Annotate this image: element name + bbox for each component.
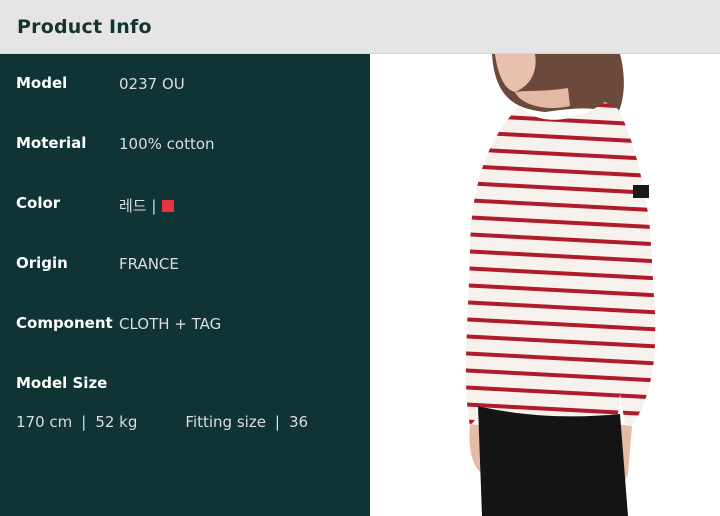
spec-value: 100% cotton	[119, 135, 215, 153]
striped-shirt-photo	[465, 54, 656, 516]
model-weight: 52 kg	[95, 413, 138, 431]
spec-label: Component	[16, 314, 113, 332]
separator: |	[274, 413, 280, 431]
spec-value: CLOTH + TAG	[119, 315, 222, 333]
sleeve-tag	[633, 185, 649, 198]
spec-value-color: 레드 |	[119, 195, 175, 216]
pants-shape	[478, 406, 628, 516]
spec-panel: Model 0237 OU Moterial 100% cotton Color…	[0, 54, 370, 516]
spec-label: Moterial	[16, 134, 87, 152]
spec-label: Color	[16, 194, 61, 212]
color-swatch	[162, 200, 175, 212]
separator: |	[81, 413, 87, 431]
page-title: Product Info	[17, 16, 152, 38]
model-height: 170 cm	[16, 413, 73, 431]
fitting-size-label: Fitting size	[185, 413, 266, 431]
model-size-line: 170 cm | 52 kg Fitting size | 36	[16, 413, 308, 431]
spec-label: Model	[16, 74, 68, 92]
spec-value: FRANCE	[119, 255, 179, 273]
color-text: 레드 |	[119, 197, 157, 215]
shirt-body	[465, 102, 656, 426]
model-size-label: Model Size	[16, 374, 108, 392]
spec-label: Origin	[16, 254, 68, 272]
product-photo	[370, 54, 720, 516]
fitting-size-value: 36	[288, 413, 309, 431]
spec-value: 0237 OU	[119, 75, 185, 93]
header-bar: Product Info	[0, 0, 720, 54]
